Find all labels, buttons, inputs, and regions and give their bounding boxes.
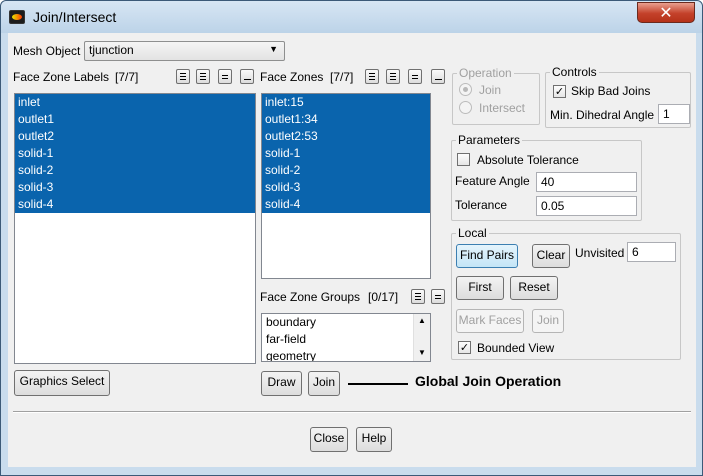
window-close-button[interactable]: ✕ [637, 2, 695, 23]
sort-zones-button[interactable] [431, 69, 445, 84]
bounded-view-checkbox[interactable]: ✓ [458, 341, 471, 354]
list-item[interactable]: far-field [262, 331, 430, 348]
controls-group: Controls ✓ Skip Bad Joins Min. Dihedral … [545, 65, 691, 128]
face-zones-count: [7/7] [330, 70, 354, 84]
local-group: Local Find Pairs Clear Unvisited 6 First… [451, 226, 681, 360]
min-dihedral-angle-label: Min. Dihedral Angle [550, 108, 655, 122]
graphics-select-button[interactable]: Graphics Select [14, 370, 110, 396]
parameters-title: Parameters [456, 133, 523, 147]
mark-faces-button[interactable]: Mark Faces [456, 309, 524, 333]
draw-button[interactable]: Draw [261, 371, 302, 396]
groups-scrollbar[interactable]: ▲ ▼ [413, 314, 430, 361]
clear-button[interactable]: Clear [532, 244, 570, 268]
global-join-annotation: Global Join Operation [415, 373, 562, 389]
scroll-up-icon[interactable]: ▲ [418, 316, 426, 325]
absolute-tolerance-label: Absolute Tolerance [477, 153, 579, 167]
face-zone-groups-label: Face Zone Groups [260, 290, 361, 304]
list-item[interactable]: solid-4 [15, 196, 255, 213]
deselect-all-groups-button[interactable] [431, 289, 445, 304]
bounded-view-label: Bounded View [477, 341, 555, 355]
tolerance-label: Tolerance [455, 198, 508, 212]
intersect-radio[interactable] [459, 101, 472, 114]
tolerance-input[interactable]: 0.05 [536, 196, 637, 216]
global-join-button[interactable]: Join [308, 371, 340, 396]
list-item[interactable]: outlet2:53 [262, 128, 430, 145]
feature-angle-input[interactable]: 40 [536, 172, 637, 192]
list-item[interactable]: solid-3 [15, 179, 255, 196]
app-icon [9, 10, 25, 24]
close-button[interactable]: Close [310, 427, 348, 452]
mesh-object-label: Mesh Object [13, 44, 81, 58]
title-bar[interactable]: Join/Intersect ✕ [1, 1, 702, 33]
list-item[interactable]: solid-4 [262, 196, 430, 213]
operation-group: Operation Join Intersect [452, 66, 540, 125]
select-all-labels-button[interactable] [176, 69, 190, 84]
face-zone-labels-list[interactable]: inlet outlet1 outlet2 solid-1 solid-2 so… [14, 93, 256, 364]
deselect-all-labels-button[interactable] [218, 69, 232, 84]
parameters-group: Parameters Absolute Tolerance Feature An… [451, 133, 642, 221]
list-item[interactable]: solid-2 [15, 162, 255, 179]
list-item[interactable]: solid-1 [262, 145, 430, 162]
list-item[interactable]: outlet1:34 [262, 111, 430, 128]
unvisited-input[interactable]: 6 [627, 242, 676, 262]
min-dihedral-angle-input[interactable]: 1 [658, 104, 690, 124]
select-all-groups-button[interactable] [411, 289, 425, 304]
list-item[interactable]: solid-3 [262, 179, 430, 196]
operation-title: Operation [457, 66, 514, 80]
list-item[interactable]: boundary [262, 314, 430, 331]
face-zone-labels-count: [7/7] [115, 70, 139, 84]
join-intersect-window: Join/Intersect ✕ Mesh Object tjunction ▼… [0, 0, 703, 476]
face-zone-groups-count: [0/17] [368, 290, 399, 304]
skip-bad-joins-checkbox[interactable]: ✓ [553, 85, 566, 98]
scroll-down-icon[interactable]: ▼ [418, 348, 426, 357]
face-zones-list[interactable]: inlet:15 outlet1:34 outlet2:53 solid-1 s… [261, 93, 431, 279]
list-item[interactable]: solid-2 [262, 162, 430, 179]
mesh-object-value: tjunction [89, 43, 134, 57]
list-item[interactable]: geometry [262, 348, 430, 361]
list-item[interactable]: solid-1 [15, 145, 255, 162]
local-title: Local [456, 226, 489, 240]
sort-labels-button[interactable] [240, 69, 254, 84]
join-radio-label: Join [479, 83, 502, 97]
skip-bad-joins-label: Skip Bad Joins [571, 84, 651, 98]
list-item[interactable]: inlet:15 [262, 94, 430, 111]
list-item[interactable]: outlet1 [15, 111, 255, 128]
face-zones-label: Face Zones [260, 70, 324, 84]
chevron-down-icon: ▼ [269, 44, 278, 54]
select-all-zones-alt-button[interactable] [386, 69, 400, 84]
feature-angle-label: Feature Angle [455, 174, 530, 188]
deselect-all-zones-button[interactable] [408, 69, 422, 84]
unvisited-label: Unvisited [575, 246, 625, 260]
face-zone-labels-label: Face Zone Labels [13, 70, 110, 84]
controls-title: Controls [550, 65, 599, 79]
face-zone-groups-list[interactable]: boundary far-field geometry ▲ ▼ [261, 313, 431, 362]
list-item[interactable]: outlet2 [15, 128, 255, 145]
reset-button[interactable]: Reset [510, 276, 558, 300]
mesh-object-dropdown[interactable]: tjunction ▼ [84, 41, 285, 61]
first-button[interactable]: First [456, 276, 504, 300]
select-all-zones-button[interactable] [365, 69, 379, 84]
intersect-radio-label: Intersect [479, 101, 526, 115]
window-title: Join/Intersect [33, 9, 117, 25]
dialog-body: Mesh Object tjunction ▼ Face Zone Labels… [8, 33, 696, 467]
local-join-button[interactable]: Join [532, 309, 564, 333]
footer-separator [13, 411, 691, 413]
list-item[interactable]: inlet [15, 94, 255, 111]
join-radio[interactable] [459, 83, 472, 96]
help-button[interactable]: Help [356, 427, 392, 452]
annotation-line [348, 383, 408, 385]
select-all-labels-alt-button[interactable] [196, 69, 210, 84]
find-pairs-button[interactable]: Find Pairs [456, 244, 518, 268]
absolute-tolerance-checkbox[interactable] [457, 153, 470, 166]
